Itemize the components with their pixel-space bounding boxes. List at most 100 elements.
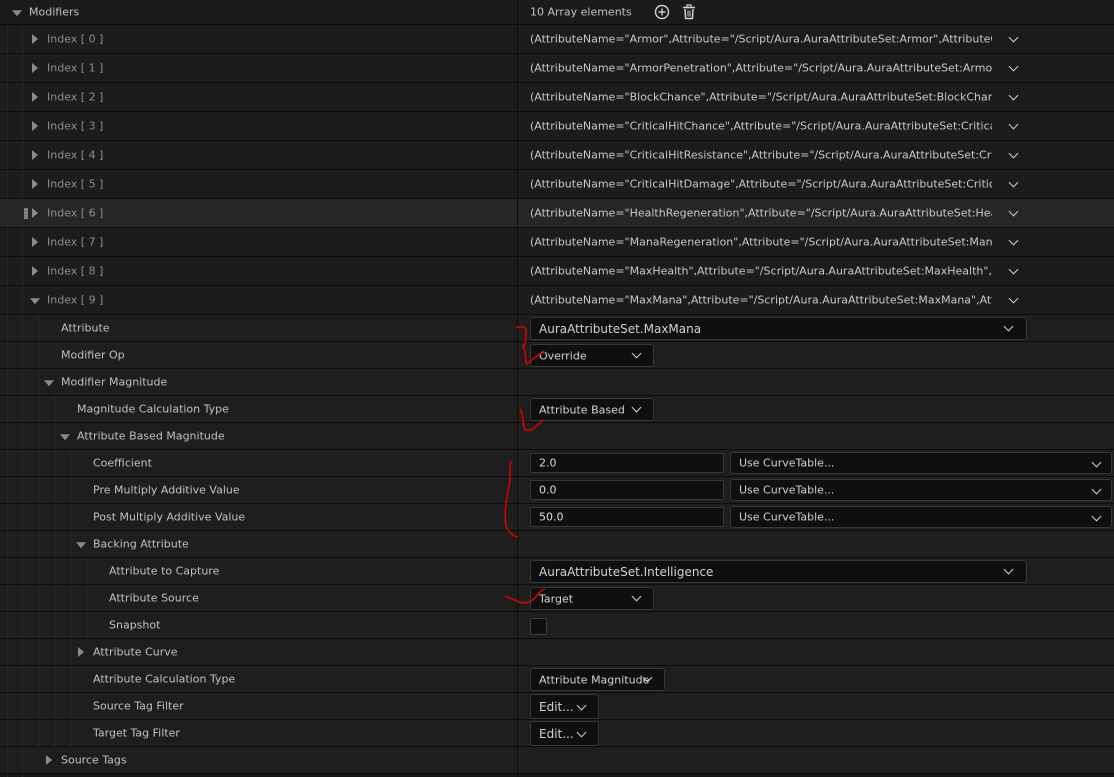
expand-arrow-icon[interactable] — [78, 647, 84, 657]
column-splitter[interactable] — [517, 0, 518, 777]
chevron-down-icon[interactable] — [1008, 61, 1019, 72]
trash-icon[interactable] — [681, 4, 697, 20]
target-tag-filter-edit-button[interactable]: Edit... — [530, 721, 599, 746]
attribute-calc-type-row: Attribute Calculation Type Attribute Mag… — [0, 666, 1114, 693]
array-index-row[interactable]: Index [ 2 ] (AttributeName="BlockChance",… — [0, 83, 1114, 112]
expand-arrow-icon[interactable] — [32, 266, 38, 276]
chevron-down-icon — [1091, 511, 1102, 522]
expand-arrow-icon[interactable] — [32, 179, 38, 189]
modifiers-header-row[interactable]: Modifiers 10 Array elements — [0, 0, 1114, 25]
array-index-row[interactable]: Index [ 7 ] (AttributeName="ManaRegenerat… — [0, 228, 1114, 257]
array-index-row[interactable]: Index [ 8 ] (AttributeName="MaxHealth",At… — [0, 257, 1114, 286]
attribute-calc-type-combo[interactable]: Attribute Magnitude — [530, 668, 665, 691]
attribute-source-combo[interactable]: Target — [530, 587, 654, 610]
array-index-row[interactable]: Index [ 6 ] (AttributeName="HealthRegener… — [0, 199, 1114, 228]
chevron-down-icon[interactable] — [1008, 32, 1019, 43]
coefficient-curve-combo[interactable]: Use CurveTable... — [730, 452, 1112, 474]
expand-arrow-icon[interactable] — [46, 755, 52, 765]
expand-arrow-icon[interactable] — [44, 380, 54, 387]
chevron-down-icon[interactable] — [1008, 235, 1019, 246]
chevron-down-icon — [576, 727, 587, 738]
magnitude-calc-type-label: Magnitude Calculation Type — [77, 402, 229, 416]
expand-arrow-icon[interactable] — [32, 92, 38, 102]
array-index-row[interactable]: Index [ 0 ] (AttributeName="Armor",Attrib… — [0, 25, 1114, 54]
source-tags-row[interactable]: Source Tags — [0, 747, 1114, 774]
expand-arrow-icon[interactable] — [32, 150, 38, 160]
modifier-op-value: Override — [539, 349, 587, 362]
chevron-down-icon[interactable] — [1008, 264, 1019, 275]
array-index-value[interactable]: (AttributeName="ArmorPenetration",Attrib… — [530, 62, 992, 75]
array-index-value[interactable]: (AttributeName="ManaRegeneration",Attrib… — [530, 236, 992, 249]
attribute-value: AuraAttributeSet.MaxMana — [539, 321, 702, 336]
array-index-label: Index [ 6 ] — [47, 206, 104, 220]
pre-multiply-input[interactable]: 0.0 — [530, 480, 724, 500]
expand-arrow-icon[interactable] — [32, 237, 38, 247]
attribute-source-row: Attribute Source Target — [0, 585, 1114, 612]
array-index-row[interactable]: Index [ 4 ] (AttributeName="CriticalHitRe… — [0, 141, 1114, 170]
backing-attribute-label: Backing Attribute — [93, 537, 189, 551]
expand-arrow-icon[interactable] — [32, 34, 38, 44]
attribute-to-capture-combo[interactable]: AuraAttributeSet.Intelligence — [530, 560, 1027, 583]
expand-arrow-icon[interactable] — [32, 63, 38, 73]
source-tags-label: Source Tags — [61, 753, 127, 767]
modifier-op-combo[interactable]: Override — [530, 344, 654, 367]
coefficient-input[interactable]: 2.0 — [530, 453, 724, 473]
chevron-down-icon[interactable] — [1008, 206, 1019, 217]
collapse-arrow-icon[interactable] — [30, 298, 40, 305]
pre-multiply-curve-combo[interactable]: Use CurveTable... — [730, 479, 1112, 501]
snapshot-checkbox[interactable] — [530, 618, 547, 635]
add-element-icon[interactable] — [654, 4, 670, 20]
array-index-value[interactable]: (AttributeName="CriticalHitChance",Attri… — [530, 120, 992, 133]
attribute-curve-label: Attribute Curve — [93, 645, 178, 659]
attribute-based-magnitude-label: Attribute Based Magnitude — [77, 429, 225, 443]
expand-arrow-icon[interactable] — [60, 434, 70, 441]
array-index-value[interactable]: (AttributeName="BlockChance",Attribute="… — [530, 91, 992, 104]
attribute-curve-row[interactable]: Attribute Curve — [0, 639, 1114, 666]
array-index-value[interactable]: (AttributeName="MaxMana",Attribute="/Scr… — [530, 294, 992, 307]
chevron-down-icon — [1003, 564, 1014, 575]
expand-arrow-icon[interactable] — [32, 208, 38, 218]
modifier-op-label: Modifier Op — [61, 348, 125, 362]
target-tag-filter-label: Target Tag Filter — [93, 726, 180, 740]
array-index-row[interactable]: Index [ 5 ] (AttributeName="CriticalHitDa… — [0, 170, 1114, 199]
drag-handle-icon[interactable] — [24, 208, 28, 219]
array-index-row[interactable]: Index [ 9 ] (AttributeName="MaxMana",Attr… — [0, 286, 1114, 315]
coefficient-curve-value: Use CurveTable... — [739, 456, 835, 470]
array-index-value[interactable]: (AttributeName="CriticalHitResistance",A… — [530, 149, 992, 162]
source-tag-filter-label: Source Tag Filter — [93, 699, 184, 713]
chevron-down-icon[interactable] — [1008, 148, 1019, 159]
chevron-down-icon — [1091, 457, 1102, 468]
array-index-value[interactable]: (AttributeName="CriticalHitDamage",Attri… — [530, 178, 992, 191]
post-multiply-value: 50.0 — [539, 510, 564, 524]
modifier-magnitude-row[interactable]: Modifier Magnitude — [0, 369, 1114, 396]
modifiers-title: Modifiers — [29, 5, 80, 19]
chevron-down-icon — [631, 591, 642, 602]
array-index-value[interactable]: (AttributeName="HealthRegeneration",Attr… — [530, 207, 992, 220]
collapse-arrow-icon[interactable] — [12, 10, 22, 17]
array-index-label: Index [ 1 ] — [47, 61, 104, 75]
array-index-row[interactable]: Index [ 3 ] (AttributeName="CriticalHitCh… — [0, 112, 1114, 141]
attribute-calc-type-label: Attribute Calculation Type — [93, 672, 236, 686]
chevron-down-icon[interactable] — [1008, 119, 1019, 130]
chevron-down-icon[interactable] — [1008, 293, 1019, 304]
post-multiply-input[interactable]: 50.0 — [530, 507, 724, 527]
expand-arrow-icon[interactable] — [32, 121, 38, 131]
array-index-value[interactable]: (AttributeName="Armor",Attribute="/Scrip… — [530, 33, 992, 46]
source-tag-filter-edit-button[interactable]: Edit... — [530, 694, 599, 719]
array-index-row[interactable]: Index [ 1 ] (AttributeName="ArmorPenetrat… — [0, 54, 1114, 83]
backing-attribute-row[interactable]: Backing Attribute — [0, 531, 1114, 558]
attribute-to-capture-value: AuraAttributeSet.Intelligence — [539, 564, 714, 579]
attribute-combo[interactable]: AuraAttributeSet.MaxMana — [530, 317, 1027, 340]
attribute-calc-type-value: Attribute Magnitude — [539, 673, 650, 686]
post-multiply-curve-combo[interactable]: Use CurveTable... — [730, 506, 1112, 528]
expand-arrow-icon[interactable] — [76, 542, 86, 549]
magnitude-calc-type-row: Magnitude Calculation Type Attribute Bas… — [0, 396, 1114, 423]
magnitude-calc-type-combo[interactable]: Attribute Based — [530, 398, 654, 421]
attribute-based-magnitude-row[interactable]: Attribute Based Magnitude — [0, 423, 1114, 450]
snapshot-label: Snapshot — [109, 618, 161, 632]
chevron-down-icon[interactable] — [1008, 177, 1019, 188]
chevron-down-icon[interactable] — [1008, 90, 1019, 101]
attribute-source-label: Attribute Source — [109, 591, 199, 605]
coefficient-row: Coefficient 2.0 Use CurveTable... — [0, 450, 1114, 477]
array-index-value[interactable]: (AttributeName="MaxHealth",Attribute="/S… — [530, 265, 992, 278]
